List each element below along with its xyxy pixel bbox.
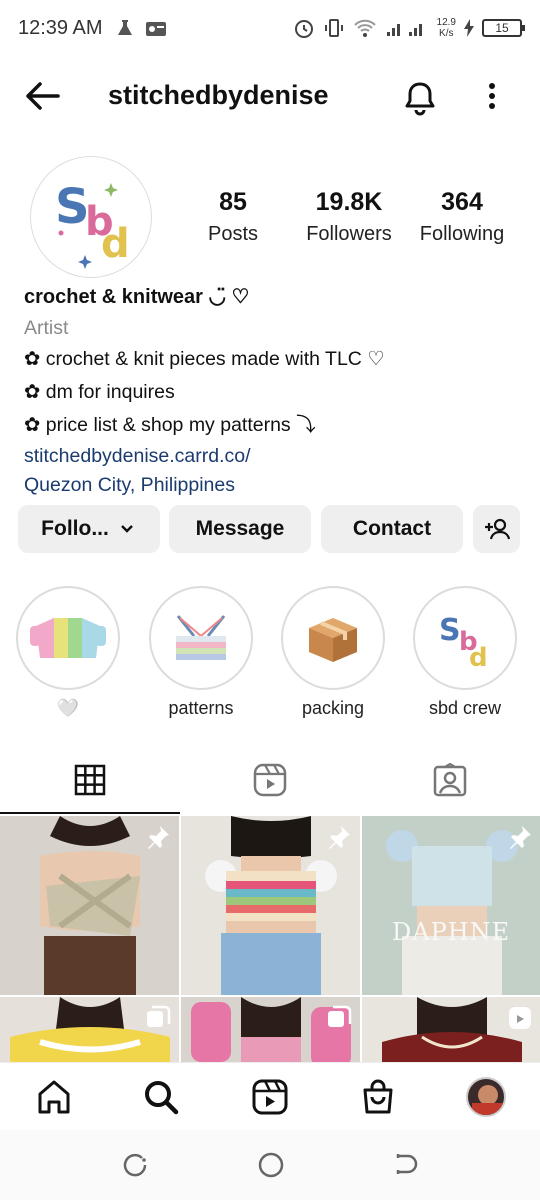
system-nav-bar [0,1130,540,1200]
tagged-icon [433,763,467,797]
nav-search[interactable] [139,1075,183,1119]
nav-reels[interactable] [248,1075,292,1119]
sbd-logo: S b d [439,613,488,673]
nav-home[interactable] [32,1075,76,1119]
status-time: 12:39 AM [18,16,103,39]
svg-text:d: d [101,221,130,267]
contact-button-label: Contact [352,517,432,540]
status-bar: 12:39 AM 12.9 K/s 15 [0,0,540,56]
bio-line: ✿ dm for inquires [24,381,175,403]
reels-icon [253,763,287,797]
tab-posts-grid[interactable] [0,746,180,814]
stat-followers[interactable]: 19.8K Followers [298,188,400,246]
posts-count: 85 [219,188,247,216]
package-icon [309,618,357,662]
highlight-patterns[interactable]: patterns [149,586,253,719]
message-button-label: Message [195,517,285,540]
active-tab-indicator [0,812,180,814]
svg-text:S: S [439,613,461,648]
avatar [466,1077,506,1117]
home-icon [38,1080,70,1114]
profile-tabs [0,746,540,814]
shopping-bag-icon [363,1079,393,1114]
profile-header: stitchedbydenise [0,66,540,126]
svg-text:d: d [469,643,488,673]
sbd-logo: S b d [55,179,130,269]
flask-icon [117,20,132,35]
back-button-icon[interactable] [390,1150,420,1180]
following-count: 364 [441,188,483,216]
nav-shop[interactable] [356,1075,400,1119]
bio-line: ✿ crochet & knit pieces made with TLC ♡ [24,348,385,370]
following-label: Following [419,223,505,245]
net-speed: 12.9 K/s [437,17,456,39]
profile-bio: crochet & knitwear ◡̈ ♡ Artist ✿ crochet… [24,282,524,501]
grid-post[interactable] [181,997,360,1062]
charging-icon [464,19,474,37]
net-speed-value: 12.9 [436,17,456,28]
net-speed-unit: K/s [439,28,454,39]
vibrate-icon [324,19,343,37]
battery-level: 15 [495,21,509,35]
grid-post[interactable] [0,997,179,1062]
home-button-icon[interactable] [256,1150,286,1180]
back-arrow-icon[interactable] [22,78,62,114]
grid-icon [74,764,106,796]
stat-posts[interactable]: 85 Posts [196,188,270,246]
profile-category: Artist [24,317,69,339]
pin-icon [510,826,531,849]
alarm-icon [294,20,313,38]
followers-count: 19.8K [315,188,383,216]
highlight-label: packing [301,698,365,718]
cardigan-image [30,618,106,658]
page-title: stitchedbydenise [108,80,329,110]
crochet-top-image [176,615,226,660]
signal-icon [386,24,422,36]
nav-profile[interactable] [464,1075,508,1119]
highlight-packing[interactable]: packing [281,586,385,719]
reels-icon [509,1007,531,1029]
reels-icon [252,1079,288,1115]
stat-following[interactable]: 364 Following [414,188,510,246]
profile-avatar[interactable]: S b d [30,156,152,278]
grid-post[interactable]: DAPHNE [362,816,540,995]
highlight-label: 🤍 [56,698,80,718]
highlight-heart[interactable]: 🤍 [16,586,120,719]
more-options-icon[interactable] [478,78,506,118]
pin-icon [329,826,350,849]
suggested-users-button[interactable] [473,505,520,553]
tab-reels[interactable] [180,746,360,814]
contact-button[interactable]: Contact [321,505,463,553]
bio-line: ✿ price list & shop my patterns ⤵ [24,414,316,436]
pin-icon [148,826,169,849]
radio-icon [145,22,166,36]
carousel-icon [328,1005,352,1027]
battery-indicator: 15 [482,19,525,37]
bottom-navigation [0,1062,540,1130]
search-icon [145,1081,179,1115]
grid-post[interactable] [362,997,540,1062]
highlight-label: patterns [168,698,234,718]
followers-label: Followers [306,223,392,245]
tab-tagged[interactable] [360,746,540,814]
add-user-icon [484,518,510,540]
chevron-down-icon [120,525,133,533]
carousel-icon [147,1005,171,1027]
posts-grid: DAPHNE [0,816,540,1062]
highlight-label: sbd crew [428,698,502,718]
profile-link[interactable]: stitchedbydenise.carrd.co/ [24,441,524,472]
recent-apps-icon[interactable] [120,1150,150,1180]
wifi-icon [353,19,376,37]
bell-icon[interactable] [400,78,440,118]
message-button[interactable]: Message [169,505,311,553]
grid-post[interactable] [0,816,179,995]
grid-post[interactable] [181,816,360,995]
profile-name: crochet & knitwear ◡̈ ♡ [24,286,250,308]
posts-label: Posts [207,223,259,245]
post-overlay-text: DAPHNE [392,918,511,946]
following-dropdown-button[interactable]: Follo... [18,505,160,553]
highlight-sbd-crew[interactable]: S b d sbd crew [413,586,517,719]
profile-location[interactable]: Quezon City, Philippines [24,470,524,501]
following-button-label: Follo... [41,517,109,540]
